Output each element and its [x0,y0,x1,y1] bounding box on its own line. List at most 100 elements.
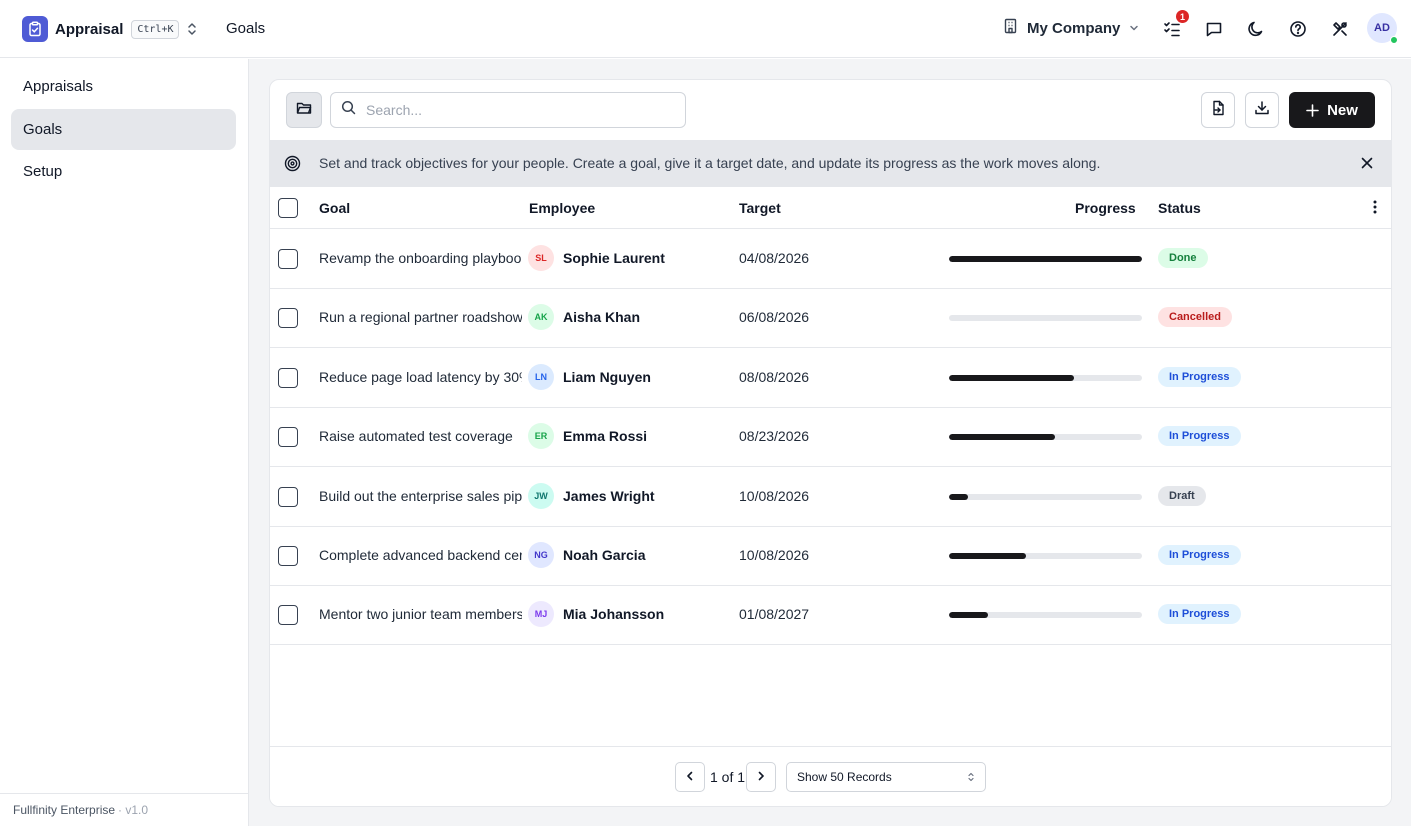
employee-name: James Wright [563,488,655,504]
table-row[interactable]: Reduce page load latency by 30% LN Liam Ng… [270,348,1391,408]
app-switcher[interactable]: Appraisal Ctrl+K [22,16,197,42]
user-initials: AD [1374,22,1390,34]
next-page-button[interactable] [746,762,776,792]
progress-bar [949,612,1142,618]
target-date: 08/08/2026 [739,369,810,385]
progress-bar [949,494,1142,500]
sidebar-item-appraisals[interactable]: Appraisals [11,66,236,107]
goals-card: New Set and track objectives for your pe… [269,79,1392,807]
chevron-left-icon [685,768,695,786]
table-row[interactable]: Mentor two junior team members MJ Mia Joha… [270,585,1391,645]
chat-icon[interactable] [1203,18,1225,40]
employee-avatar: AK [528,304,554,330]
row-checkbox[interactable] [278,605,298,625]
search-input[interactable] [366,102,666,118]
folder-button[interactable] [286,92,322,128]
sidebar-item-goals[interactable]: Goals [11,109,236,150]
new-goal-button[interactable]: New [1289,92,1375,128]
employee-avatar: SL [528,245,554,271]
employee-cell: LN Liam Nguyen [528,364,651,390]
goal-title[interactable]: Mentor two junior team members [319,606,522,622]
status-badge: Cancelled [1158,307,1232,327]
close-icon[interactable] [1359,155,1375,171]
table-row[interactable]: Build out the enterprise sales pipeline J… [270,467,1391,527]
banner-message: Set and track objectives for your people… [319,155,1101,171]
main-content: New Set and track objectives for your pe… [249,59,1411,826]
table-row[interactable]: Revamp the onboarding playbook SL Sophie L… [270,229,1391,289]
employee-avatar: JW [528,483,554,509]
target-date: 06/08/2026 [739,309,810,325]
goal-title[interactable]: Run a regional partner roadshow [319,309,522,325]
chevron-updown-icon [967,771,975,783]
sidebar-item-setup[interactable]: Setup [11,151,236,192]
sidebar-footer: Fullfinity Enterprise · v1.0 [0,793,248,826]
goal-title[interactable]: Raise automated test coverage [319,428,522,444]
target-date: 10/08/2026 [739,488,810,504]
chevron-right-icon [756,768,766,786]
employee-cell: AK Aisha Khan [528,304,640,330]
row-checkbox[interactable] [278,249,298,269]
target-icon [284,155,301,177]
status-badge: Draft [1158,486,1206,506]
column-header-status[interactable]: Status [1158,200,1201,216]
progress-fill [949,553,1027,559]
import-button[interactable] [1201,92,1235,128]
employee-avatar: NG [528,542,554,568]
goal-title[interactable]: Build out the enterprise sales pipeline [319,488,522,504]
search-box[interactable] [330,92,686,128]
select-all-checkbox[interactable] [278,198,298,218]
search-icon [341,100,356,120]
table-header: Goal Employee Target Progress Status [270,187,1391,229]
progress-bar [949,434,1142,440]
column-header-target[interactable]: Target [739,200,781,216]
table-row[interactable]: Raise automated test coverage ER Emma Ross… [270,407,1391,467]
target-date: 04/08/2026 [739,250,810,266]
tasks-icon[interactable]: 1 [1161,10,1189,40]
status-badge: In Progress [1158,545,1241,565]
progress-bar [949,256,1142,262]
column-header-progress[interactable]: Progress [1075,200,1136,216]
goal-title[interactable]: Revamp the onboarding playbook [319,250,522,266]
plus-icon [1306,103,1319,117]
moon-icon[interactable] [1245,18,1267,40]
company-name: My Company [1027,19,1121,37]
top-bar: Appraisal Ctrl+K Goals My Company 1 AD [0,0,1411,58]
goal-title[interactable]: Complete advanced backend certification [319,547,522,563]
chevron-down-icon [1128,22,1140,34]
records-per-page-select[interactable]: Show 50 Records [786,762,986,792]
user-avatar[interactable]: AD [1367,13,1398,44]
progress-fill [949,612,988,618]
company-switcher[interactable]: My Company [1003,18,1140,38]
column-header-employee[interactable]: Employee [529,200,595,216]
row-checkbox[interactable] [278,487,298,507]
prev-page-button[interactable] [675,762,705,792]
row-checkbox[interactable] [278,427,298,447]
goal-title[interactable]: Reduce page load latency by 30% [319,369,522,385]
chevron-updown-icon[interactable] [187,22,197,36]
table-row[interactable]: Complete advanced backend certification N… [270,526,1391,586]
download-button[interactable] [1245,92,1279,128]
help-icon[interactable] [1287,18,1309,40]
progress-fill [949,375,1075,381]
progress-fill [949,494,969,500]
product-name: Fullfinity Enterprise [13,803,116,817]
more-vertical-icon[interactable] [1372,199,1378,218]
file-import-icon [1210,100,1226,121]
tools-icon[interactable] [1329,18,1351,40]
status-badge: In Progress [1158,426,1241,446]
shortcut-hint: Ctrl+K [131,19,180,39]
row-checkbox[interactable] [278,368,298,388]
column-header-goal[interactable]: Goal [319,200,350,216]
row-checkbox[interactable] [278,308,298,328]
employee-name: Aisha Khan [563,309,641,325]
table-row[interactable]: Run a regional partner roadshow AK Aisha K… [270,288,1391,348]
employee-name: Mia Johansson [563,606,665,622]
toolbar: New [270,80,1391,140]
building-icon [1003,18,1018,38]
employee-avatar: MJ [528,601,554,627]
notification-badge: 1 [1176,10,1189,23]
employee-cell: MJ Mia Johansson [528,601,664,627]
progress-bar [949,375,1142,381]
status-badge: In Progress [1158,367,1241,387]
row-checkbox[interactable] [278,546,298,566]
